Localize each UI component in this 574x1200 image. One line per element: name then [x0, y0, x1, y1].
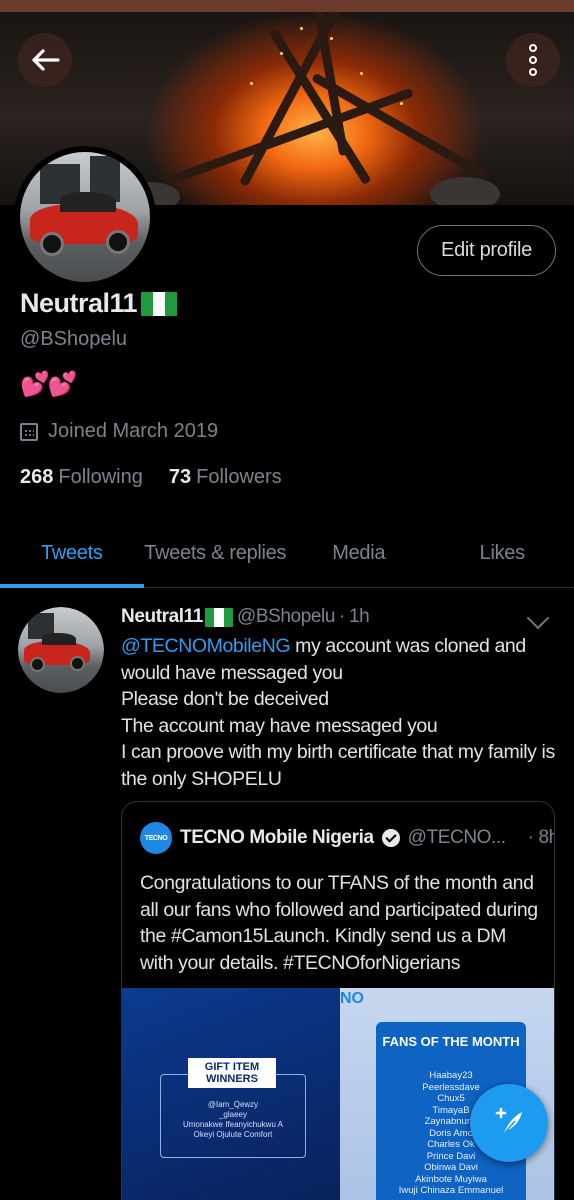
compose-tweet-button[interactable] — [470, 1084, 548, 1162]
compose-tweet-icon — [495, 1107, 522, 1136]
tab-likes[interactable]: Likes — [431, 520, 574, 587]
tweet-avatar[interactable] — [18, 607, 104, 693]
tweet-text-line3: The account may have messaged you — [121, 714, 438, 737]
gift-winners-image: GIFT ITEM WINNERS @Iam_Qewzy _glaeey Umo… — [122, 988, 340, 1200]
profile-tabs: Tweets Tweets & replies Media Likes — [0, 520, 574, 588]
profile-bio: 💕💕 — [20, 371, 78, 398]
nigeria-flag-icon — [141, 291, 178, 316]
quoted-tweet-header: TECNO TECNO Mobile Nigeria @TECNO... · 8… — [140, 822, 554, 854]
tweet-time: 1h — [348, 606, 370, 627]
display-name-text: Neutral11 — [20, 288, 138, 318]
gift-winner-name: Umonakwe Ifeanyichukwu A — [182, 1120, 284, 1129]
fan-name: Akinbote Muyiwa — [415, 1173, 487, 1185]
tweet-author[interactable]: Neutral11 — [121, 606, 233, 628]
followers-label: Followers — [196, 466, 282, 488]
calendar-icon — [20, 422, 38, 441]
quoted-avatar: TECNO — [140, 822, 172, 854]
profile-avatar[interactable] — [14, 146, 156, 288]
tab-tweets-replies[interactable]: Tweets & replies — [144, 520, 288, 587]
joined-date: Joined March 2019 — [20, 420, 218, 443]
quoted-time: · 8h — [527, 827, 554, 848]
more-vertical-icon — [529, 44, 537, 76]
more-options-button[interactable] — [506, 33, 560, 87]
status-bar — [0, 0, 574, 12]
fan-name: Haabay23 — [429, 1070, 473, 1081]
gift-winner-name: @Iam_Qewzy — [207, 1100, 259, 1109]
tweet-handle: @BShopelu — [236, 606, 336, 627]
following-count: 268 — [20, 466, 54, 488]
back-button[interactable] — [18, 33, 72, 87]
follow-stats: 268 Following 73 Followers — [20, 466, 282, 489]
tweet-mention-link[interactable]: @TECNOMobileNG — [121, 635, 291, 657]
joined-text: Joined March 2019 — [48, 420, 219, 442]
tweet-author-name: Neutral11 — [121, 606, 203, 627]
quoted-author-name: TECNO Mobile Nigeria — [180, 827, 374, 848]
tweet-header: Neutral11 @BShopelu · 1h — [121, 606, 370, 628]
quoted-tweet-text: Congratulations to our TFANS of the mont… — [140, 872, 538, 974]
nigeria-flag-icon — [204, 607, 233, 627]
tab-tweets[interactable]: Tweets — [0, 520, 144, 588]
fans-title: FANS OF THE MONTH — [382, 1034, 520, 1049]
edit-profile-button[interactable]: Edit profile — [417, 225, 556, 276]
gift-winners-list: @Iam_Qewzy _glaeey Umonakwe Ifeanyichukw… — [162, 1100, 304, 1140]
tweet-text: @TECNOMobileNG my account was cloned and… — [121, 633, 561, 792]
tweet-dot: · — [339, 606, 345, 627]
chevron-down-icon[interactable] — [526, 606, 550, 630]
tweet-text-line2: Please don't be deceived — [121, 688, 329, 710]
following-label: Following — [58, 466, 143, 488]
fan-name: Iwuji Chinaza Emmanuel — [398, 1185, 504, 1196]
gift-winner-name: Okeyi Ojulute Comfort — [193, 1130, 273, 1139]
profile-handle: @BShopelu — [20, 328, 128, 350]
verified-badge-icon — [381, 829, 400, 847]
followers-link[interactable]: 73 Followers — [169, 466, 282, 489]
gift-winner-name: _glaeey — [218, 1110, 248, 1119]
tab-media[interactable]: Media — [287, 520, 431, 587]
gift-winners-title: GIFT ITEM WINNERS — [188, 1058, 276, 1088]
brand-mark: NO — [340, 990, 364, 1007]
following-link[interactable]: 268 Following — [20, 466, 143, 489]
fan-name: Obinwa Davi — [424, 1162, 478, 1173]
tweet-text-line4: I can proove with my birth certificate t… — [121, 741, 555, 790]
followers-count: 73 — [168, 466, 192, 488]
back-arrow-icon — [32, 49, 60, 71]
display-name: Neutral11 — [20, 288, 178, 319]
quoted-handle: @TECNO... — [407, 827, 506, 848]
